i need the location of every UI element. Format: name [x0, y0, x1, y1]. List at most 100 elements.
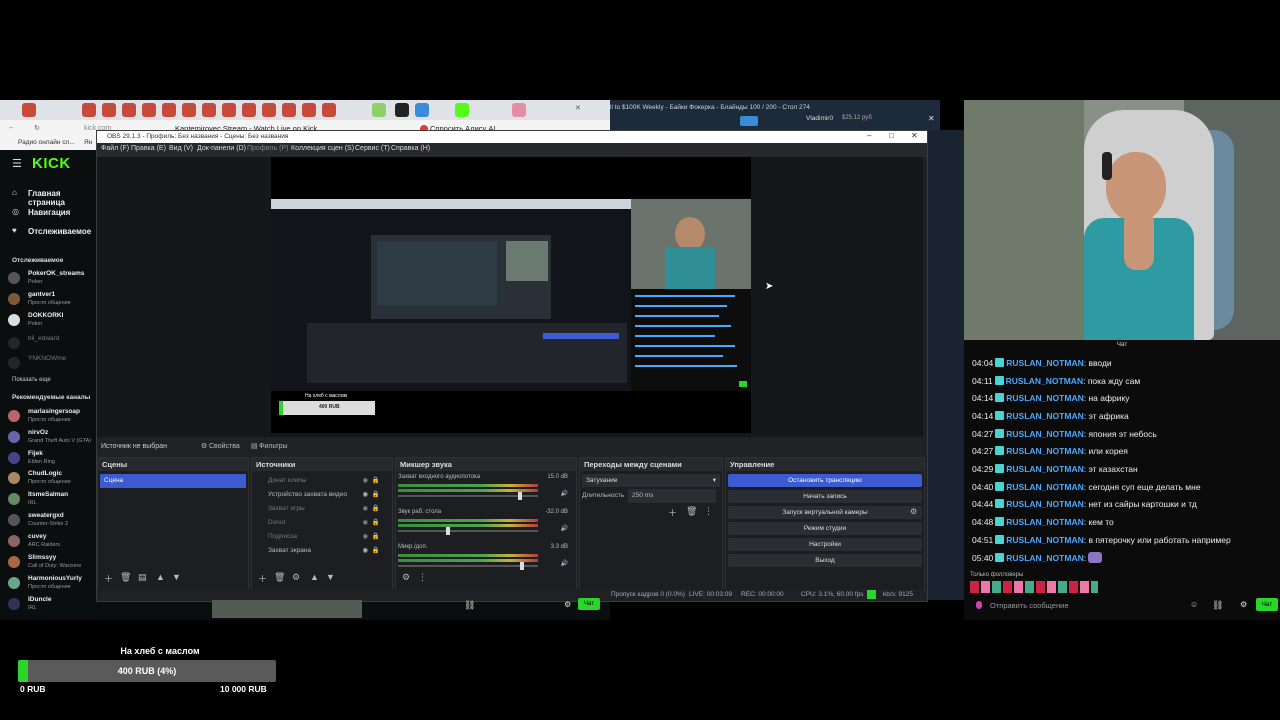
tab-icon[interactable] [395, 103, 409, 117]
start-recording-button[interactable]: Начать запись [728, 490, 922, 503]
followed-channel[interactable]: bil_edward [8, 335, 98, 355]
recommended-channel[interactable]: IDuncle IRL [8, 596, 98, 616]
kick-logo[interactable]: KICK [32, 155, 71, 172]
add-icon[interactable]: ＋ [104, 572, 113, 585]
maximize-icon[interactable]: □ [889, 131, 894, 140]
chat-username[interactable]: RUSLAN_NOTMAN [1006, 482, 1083, 492]
bookmark-link[interactable]: Ян [84, 139, 92, 146]
settings-button[interactable]: Настройки [728, 538, 922, 551]
chat-submit-button[interactable]: Чат [1256, 598, 1278, 611]
nav-following[interactable]: Отслеживаемое [28, 227, 91, 236]
telegram-icon[interactable] [740, 116, 758, 126]
add-icon[interactable]: ＋ [258, 572, 267, 585]
chat-username[interactable]: RUSLAN_NOTMAN [1006, 358, 1083, 368]
volume-slider[interactable] [446, 527, 450, 535]
volume-slider[interactable] [518, 492, 522, 500]
menu-file[interactable]: Файл (F) [101, 145, 129, 152]
chat-username[interactable]: RUSLAN_NOTMAN [1006, 376, 1083, 386]
share-icon[interactable]: ⛓ [464, 600, 475, 611]
eye-icon[interactable]: ◉ [362, 502, 368, 516]
scene-item[interactable]: Сцена [100, 474, 246, 488]
lock-icon[interactable]: 🔒 [372, 544, 380, 558]
tab-icon[interactable] [322, 103, 336, 117]
menu-view[interactable]: Вид (V) [169, 145, 193, 152]
lock-icon[interactable]: 🔒 [372, 488, 380, 502]
preview-canvas[interactable]: 400 RUB На хлеб с маслом [271, 157, 751, 433]
tab-kick-icon[interactable] [455, 103, 469, 117]
tab-icon[interactable] [122, 103, 136, 117]
followed-channel[interactable]: DOKKORKI Poker [8, 312, 98, 332]
more-icon[interactable]: ⋮ [418, 572, 427, 583]
tab-icon[interactable] [372, 103, 386, 117]
eye-icon[interactable]: ◉ [362, 488, 368, 502]
properties-button[interactable]: Свойства [209, 443, 240, 450]
tab-icon[interactable] [262, 103, 276, 117]
recommended-channel[interactable]: ItsmeSalman IRL [8, 491, 98, 511]
source-item[interactable]: Захват экрана ◉ 🔒 [254, 544, 390, 558]
chat-username[interactable]: RUSLAN_NOTMAN [1006, 517, 1083, 527]
tab-icon[interactable] [182, 103, 196, 117]
trash-icon[interactable]: 🗑 [686, 506, 697, 517]
lock-icon[interactable]: 🔒 [372, 474, 380, 488]
tab-icon[interactable] [82, 103, 96, 117]
move-up-icon[interactable]: ▲ [310, 572, 319, 582]
back-icon[interactable]: ← [8, 124, 15, 131]
trash-icon[interactable]: 🗑 [274, 572, 285, 583]
duration-input[interactable]: 250 ms [628, 489, 716, 503]
lock-icon[interactable]: 🔒 [372, 516, 380, 530]
gear-icon[interactable]: ⚙ [910, 507, 917, 516]
menu-scene-collection[interactable]: Коллекция сцен (S) [291, 145, 354, 152]
show-more-link[interactable]: Показать еще [12, 377, 51, 383]
source-item[interactable]: Подписка ◉ 🔒 [254, 530, 390, 544]
tab-icon[interactable] [162, 103, 176, 117]
tab-icon[interactable] [142, 103, 156, 117]
emoji-icon[interactable]: ☺ [1190, 600, 1198, 609]
emote-row[interactable] [970, 581, 1098, 593]
recommended-channel[interactable]: HarmoniousYurly Просто общение [8, 575, 98, 595]
move-up-icon[interactable]: ▲ [156, 572, 165, 582]
menu-icon[interactable]: ☰ [12, 157, 22, 170]
speaker-icon[interactable]: 🔊 [561, 525, 568, 532]
recommended-channel[interactable]: cuvey ARC Raiders [8, 533, 98, 553]
obs-preview[interactable]: 400 RUB На хлеб с маслом ➤ [97, 157, 923, 437]
start-virtual-camera-button[interactable]: Запуск виртуальной камеры [728, 506, 922, 519]
tab-icon[interactable] [512, 103, 526, 117]
speaker-icon[interactable]: 🔊 [561, 560, 568, 567]
recommended-channel[interactable]: Fijek Elden Ring [8, 450, 98, 470]
refresh-icon[interactable]: ↻ [34, 124, 40, 132]
volume-slider[interactable] [520, 562, 524, 570]
tab-icon[interactable] [222, 103, 236, 117]
chat-input[interactable]: Отправить сообщение [990, 601, 1069, 610]
tab-icon[interactable] [202, 103, 216, 117]
more-icon[interactable]: ⋮ [704, 506, 713, 517]
minimize-icon[interactable]: – [867, 131, 871, 140]
lock-icon[interactable]: 🔒 [372, 530, 380, 544]
eye-icon[interactable]: ◉ [362, 544, 368, 558]
filter-icon[interactable]: ▤ [138, 572, 147, 583]
menu-tools[interactable]: Сервис (T) [355, 145, 390, 152]
studio-mode-button[interactable]: Режим студии [728, 522, 922, 535]
gear-icon[interactable]: ⚙ [402, 572, 410, 583]
chat-username[interactable]: RUSLAN_NOTMAN [1006, 429, 1083, 439]
followed-channel[interactable]: YNKNOWme [8, 355, 98, 375]
lock-icon[interactable]: 🔒 [372, 502, 380, 516]
recommended-channel[interactable]: nirvOz Grand Theft Auto V (GTA) [8, 429, 98, 449]
recommended-channel[interactable]: ChudLogic Просто общение [8, 470, 98, 490]
tab-icon[interactable] [22, 103, 36, 117]
eye-icon[interactable]: ◉ [362, 474, 368, 488]
close-icon[interactable]: ✕ [928, 114, 935, 123]
close-icon[interactable]: ✕ [575, 104, 581, 112]
close-icon[interactable]: ✕ [911, 131, 918, 140]
nav-browse[interactable]: Навигация [28, 208, 70, 217]
tab-icon[interactable] [415, 103, 429, 117]
tab-icon[interactable] [102, 103, 116, 117]
add-icon[interactable]: ＋ [668, 506, 677, 519]
exit-button[interactable]: Выход [728, 554, 922, 567]
chat-username[interactable]: RUSLAN_NOTMAN [1006, 535, 1083, 545]
trash-icon[interactable]: 🗑 [120, 572, 131, 583]
recommended-channel[interactable]: marlasingersoap Просто общение [8, 408, 98, 428]
tab-icon[interactable] [302, 103, 316, 117]
menu-docks[interactable]: Док-панели (D) [197, 145, 246, 152]
chat-username[interactable]: RUSLAN_NOTMAN [1006, 393, 1083, 403]
gear-icon[interactable]: ⚙ [564, 600, 571, 609]
